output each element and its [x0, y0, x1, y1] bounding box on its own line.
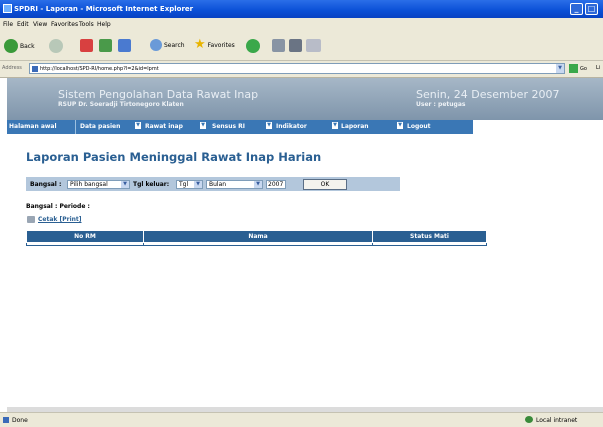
back-label: Back: [20, 42, 35, 50]
media-icon: [246, 39, 260, 53]
ie-app-icon: [3, 4, 12, 13]
mail-button[interactable]: [272, 39, 285, 52]
bangsal-select[interactable]: Pilih bangsal ▼: [67, 180, 130, 189]
status-text: Done: [12, 417, 28, 424]
address-label: Address: [2, 65, 22, 71]
address-input[interactable]: http://localhost/SPD-RI/home.php?l=2&id=…: [29, 63, 565, 74]
chevron-down-icon: ▼: [397, 122, 403, 129]
zone-text: Local intranet: [536, 417, 578, 424]
browser-toolbar: Back Search ★ Favorites: [0, 30, 603, 61]
page-icon: [32, 66, 38, 72]
favorites-label: Favorites: [207, 41, 235, 49]
address-dropdown-icon[interactable]: ▼: [556, 64, 564, 73]
search-icon: [150, 39, 162, 51]
current-date: Senin, 24 Desember 2007: [416, 88, 560, 101]
chevron-down-icon: ▼: [121, 181, 129, 188]
chevron-down-icon: ▼: [332, 122, 338, 129]
chevron-down-icon: ▼: [266, 122, 272, 129]
go-arrow-icon: [569, 64, 578, 73]
page-title: Laporan Pasien Meninggal Rawat Inap Hari…: [26, 150, 322, 164]
bangsal-periode-label: Bangsal : Periode :: [26, 203, 90, 210]
nav-rawat-inap[interactable]: Rawat inap: [145, 123, 183, 130]
menu-view[interactable]: View: [33, 21, 47, 28]
forward-arrow-icon: [49, 39, 63, 53]
col-nama: Nama: [143, 230, 373, 243]
maximize-icon[interactable]: □: [585, 3, 598, 15]
go-button[interactable]: Go: [569, 64, 587, 73]
menu-help[interactable]: Help: [97, 21, 111, 28]
nav-logout[interactable]: Logout: [407, 123, 431, 130]
favorites-button[interactable]: ★ Favorites: [194, 37, 235, 52]
menu-tools[interactable]: Tools: [79, 21, 94, 28]
window-title: SPDRI - Laporan - Microsoft Internet Exp…: [14, 5, 194, 13]
menu-edit[interactable]: Edit: [17, 21, 29, 28]
table-cell: [372, 242, 487, 246]
nav-laporan[interactable]: Laporan: [341, 123, 369, 130]
col-no-rm: No RM: [26, 230, 144, 243]
address-bar: Address http://localhost/SPD-RI/home.php…: [0, 61, 603, 78]
minimize-icon[interactable]: _: [570, 3, 583, 15]
cetak-print-link[interactable]: Cetak [Print]: [38, 216, 82, 223]
media-button[interactable]: [246, 39, 260, 53]
bangsal-select-value: Pilih bangsal: [70, 181, 108, 188]
table-cell: [143, 242, 373, 246]
tgl-keluar-label: Tgl keluar:: [133, 181, 170, 188]
go-label: Go: [580, 65, 587, 72]
print-link-row: Cetak [Print]: [27, 216, 82, 223]
report-table: No RM Nama Status Mati: [26, 230, 487, 246]
nav-separator: [75, 120, 76, 134]
chevron-down-icon: ▼: [254, 181, 262, 188]
print-button[interactable]: [289, 39, 302, 52]
forward-button[interactable]: [49, 39, 63, 53]
back-arrow-icon: [4, 39, 18, 53]
chevron-down-icon: ▼: [135, 122, 141, 129]
stop-button[interactable]: [80, 39, 93, 52]
bulan-select[interactable]: Bulan ▼: [206, 180, 263, 189]
nav-indikator[interactable]: Indikator: [276, 123, 307, 130]
intranet-icon: [525, 416, 533, 423]
links-label[interactable]: Li: [596, 65, 600, 71]
mail-icon: [272, 39, 285, 52]
stop-icon: [80, 39, 93, 52]
tgl-select[interactable]: Tgl ▼: [176, 180, 203, 189]
chevron-down-icon: ▼: [194, 181, 202, 188]
table-cell: [26, 242, 144, 246]
refresh-icon: [99, 39, 112, 52]
search-label: Search: [164, 41, 185, 49]
table-header-row: No RM Nama Status Mati: [26, 230, 487, 243]
printer-icon: [27, 216, 35, 223]
status-bar: Done Local intranet: [0, 412, 603, 427]
menu-file[interactable]: File: [3, 21, 13, 28]
hospital-name: RSUP Dr. Soeradji Tirtonegoro Klaten: [58, 101, 184, 108]
col-status-mati: Status Mati: [372, 230, 487, 243]
table-empty-row: [26, 242, 487, 246]
tahun-input[interactable]: 2007: [266, 180, 286, 189]
nav-data-pasien[interactable]: Data pasien: [80, 123, 120, 130]
home-icon: [118, 39, 131, 52]
nav-halaman-awal[interactable]: Halaman awal: [9, 123, 57, 130]
nav-sensus-ri[interactable]: Sensus RI: [212, 123, 245, 130]
chevron-down-icon: ▼: [200, 122, 206, 129]
tgl-select-value: Tgl: [179, 181, 189, 188]
current-user: User : petugas: [416, 101, 466, 108]
ok-button[interactable]: OK: [303, 179, 347, 190]
bulan-select-value: Bulan: [209, 181, 227, 188]
home-button[interactable]: [118, 39, 131, 52]
done-page-icon: [3, 417, 9, 423]
window-title-bar: SPDRI - Laporan - Microsoft Internet Exp…: [0, 0, 603, 18]
back-button[interactable]: Back: [4, 39, 35, 53]
edit-icon: [306, 39, 321, 52]
menu-favorites[interactable]: Favorites: [51, 21, 78, 28]
favorites-star-icon: ★: [194, 37, 206, 52]
edit-button[interactable]: [306, 39, 321, 52]
printer-icon: [289, 39, 302, 52]
app-title: Sistem Pengolahan Data Rawat Inap: [58, 88, 259, 101]
refresh-button[interactable]: [99, 39, 112, 52]
search-button[interactable]: Search: [150, 39, 185, 51]
address-url: http://localhost/SPD-RI/home.php?l=2&id=…: [40, 66, 159, 72]
menu-bar: File Edit View Favorites Tools Help: [0, 18, 603, 30]
bangsal-label: Bangsal :: [30, 181, 62, 188]
